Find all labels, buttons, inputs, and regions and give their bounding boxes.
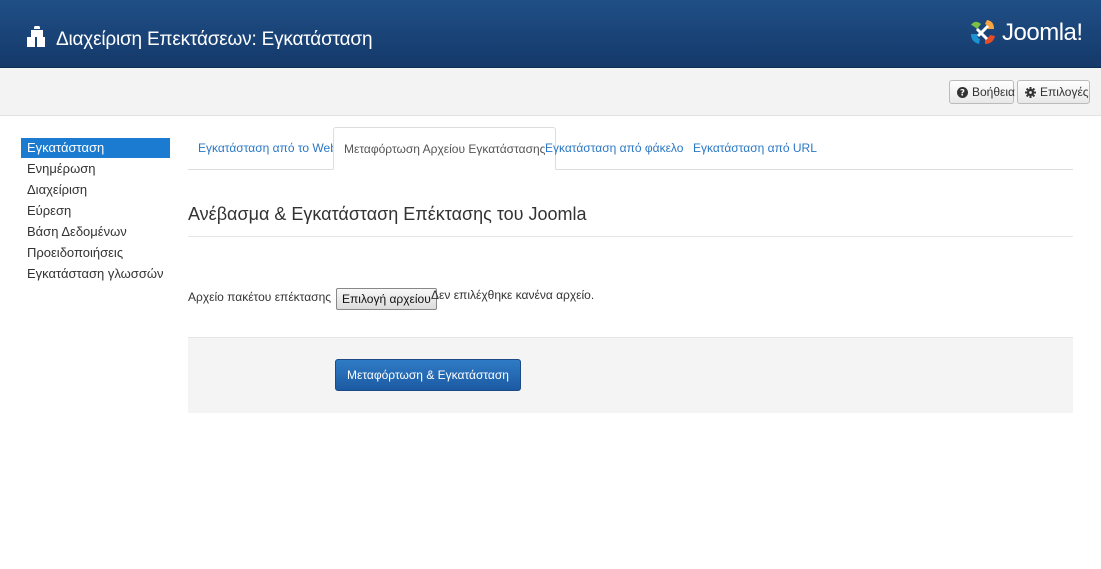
section-title: Ανέβασμα & Εγκατάσταση Επέκτασης του Joo… (188, 204, 587, 224)
sidebar-item-install[interactable]: Εγκατάσταση (21, 138, 170, 158)
install-tabs: Εγκατάσταση από το Web Μεταφόρτωση Αρχεί… (188, 127, 1073, 170)
page-title: Διαχείριση Επεκτάσεων: Εγκατάσταση (56, 29, 373, 50)
sidebar-item-install-languages[interactable]: Εγκατάσταση γλωσσών (21, 264, 170, 284)
logo-text: Joomla! (1002, 19, 1083, 46)
tab-install-from-web[interactable]: Εγκατάσταση από το Web (198, 127, 337, 169)
help-label: Βοήθεια (972, 85, 1015, 99)
tab-install-from-url[interactable]: Εγκατάσταση από URL (693, 127, 817, 169)
options-label: Επιλογές (1040, 85, 1089, 99)
sidebar-item-update[interactable]: Ενημέρωση (21, 159, 170, 179)
sidebar: Εγκατάσταση Ενημέρωση Διαχείριση Εύρεση … (21, 138, 170, 285)
toolbar: ? Βοήθεια Επιλογές (0, 68, 1101, 116)
question-circle-icon: ? (957, 86, 968, 98)
gear-icon (1025, 86, 1036, 98)
joomla-logo-icon (968, 17, 998, 50)
page-header: Διαχείριση Επεκτάσεων: Εγκατάσταση Jooml… (0, 0, 1101, 68)
sidebar-item-database[interactable]: Βάση Δεδομένων (21, 222, 170, 242)
sidebar-item-manage[interactable]: Διαχείριση (21, 180, 170, 200)
package-file-label: Αρχείο πακέτου επέκτασης (188, 290, 332, 304)
puzzle-piece-icon (27, 25, 47, 48)
help-button[interactable]: ? Βοήθεια (949, 80, 1015, 104)
joomla-logo[interactable]: Joomla! (968, 18, 1083, 48)
sidebar-item-warnings[interactable]: Προειδοποιήσεις (21, 243, 170, 263)
options-button[interactable]: Επιλογές (1017, 80, 1090, 104)
file-status-text: Δεν επιλέχθηκε κανένα αρχείο. (431, 288, 595, 302)
tab-upload-package[interactable]: Μεταφόρτωση Αρχείου Εγκατάστασης (333, 127, 557, 170)
svg-text:?: ? (960, 88, 965, 97)
tab-install-from-folder[interactable]: Εγκατάσταση από φάκελο (545, 127, 683, 169)
section-divider (188, 236, 1073, 237)
upload-install-button[interactable]: Μεταφόρτωση & Εγκατάσταση (335, 359, 521, 391)
form-actions: Μεταφόρτωση & Εγκατάσταση (188, 337, 1073, 413)
choose-file-button[interactable]: Επιλογή αρχείου (336, 288, 437, 310)
sidebar-item-discover[interactable]: Εύρεση (21, 201, 170, 221)
